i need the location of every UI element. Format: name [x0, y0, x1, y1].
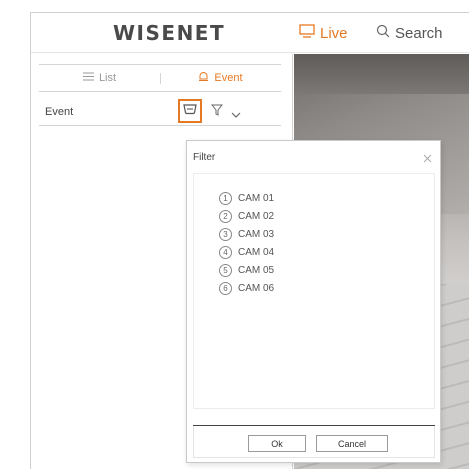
- app-window: WISENET Live Search List Event Event Fil…: [30, 12, 469, 469]
- filter-popup: Filter 1 CAM 01 2 CAM 02 3 CAM 03 4 CAM: [186, 140, 441, 463]
- tab-list[interactable]: List: [39, 72, 160, 84]
- filter-icon[interactable]: [210, 103, 224, 121]
- camera-item-4[interactable]: 4 CAM 04: [219, 246, 274, 259]
- camera-list: 1 CAM 01 2 CAM 02 3 CAM 03 4 CAM 04 5 CA…: [193, 173, 435, 409]
- close-icon[interactable]: [423, 150, 432, 168]
- panel-tabs: List Event: [39, 64, 281, 92]
- camera-number-badge: 2: [219, 210, 232, 223]
- tab-event[interactable]: Event: [160, 71, 281, 85]
- camera-item-1[interactable]: 1 CAM 01: [219, 192, 274, 205]
- tab-list-label: List: [98, 72, 117, 84]
- camera-label: CAM 05: [238, 265, 275, 276]
- tab-event-label: Event: [214, 72, 243, 84]
- tab-divider: [160, 73, 161, 84]
- camera-number-badge: 1: [219, 192, 232, 205]
- video-scene-beam: [294, 54, 469, 94]
- camera-label: CAM 06: [238, 283, 275, 294]
- popup-title: Filter: [193, 152, 216, 163]
- camera-number-badge: 3: [219, 228, 232, 241]
- nav-live-tab[interactable]: Live: [299, 24, 348, 42]
- ok-button[interactable]: Ok: [248, 435, 306, 452]
- search-icon: [376, 24, 390, 42]
- camera-item-5[interactable]: 5 CAM 05: [219, 264, 274, 277]
- popup-footer: Ok Cancel: [193, 426, 435, 458]
- event-label: Event: [45, 106, 74, 118]
- alarm-icon: [183, 102, 197, 120]
- nav-search-label: Search: [395, 24, 443, 42]
- camera-number-badge: 6: [219, 282, 232, 295]
- monitor-icon: [299, 24, 315, 42]
- camera-item-2[interactable]: 2 CAM 02: [219, 210, 274, 223]
- event-filter-button[interactable]: [178, 99, 202, 123]
- top-header: WISENET Live Search: [31, 13, 469, 53]
- camera-item-3[interactable]: 3 CAM 03: [219, 228, 274, 241]
- nav-search-tab[interactable]: Search: [376, 24, 443, 42]
- list-icon: [82, 72, 94, 84]
- camera-label: CAM 04: [238, 247, 275, 258]
- camera-number-badge: 5: [219, 264, 232, 277]
- camera-label: CAM 02: [238, 211, 275, 222]
- event-icon: [198, 71, 209, 85]
- camera-label: CAM 03: [238, 229, 275, 240]
- event-row: Event: [39, 98, 281, 126]
- camera-number-badge: 4: [219, 246, 232, 259]
- wisenet-logo: WISENET: [113, 21, 226, 45]
- nav-live-label: Live: [320, 24, 348, 42]
- cancel-button[interactable]: Cancel: [316, 435, 388, 452]
- chevron-down-icon[interactable]: [231, 106, 241, 124]
- camera-label: CAM 01: [238, 193, 275, 204]
- camera-item-6[interactable]: 6 CAM 06: [219, 282, 274, 295]
